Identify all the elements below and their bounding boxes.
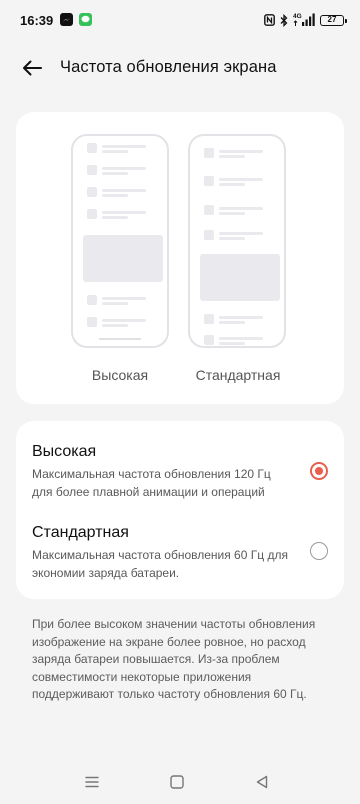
standard-refresh-illustration	[200, 148, 280, 345]
battery-level: 27	[327, 15, 337, 24]
preview-card: Высокая Стандартная	[16, 112, 344, 404]
back-icon	[256, 775, 268, 789]
option-standard-radio[interactable]	[310, 542, 328, 560]
page-title: Частота обновления экрана	[60, 58, 277, 76]
refresh-rate-footnote: При более высоком значении частоты обнов…	[32, 617, 316, 701]
status-icons: 4G 27	[264, 12, 347, 28]
option-standard[interactable]: Стандартная Максимальная частота обновле…	[16, 522, 344, 592]
option-high-description: Максимальная частота обновления 120 Гц д…	[32, 467, 271, 499]
high-refresh-preview	[71, 134, 169, 348]
wechat-icon	[79, 13, 92, 26]
lte-signal-icon: 4G	[293, 13, 315, 27]
messenger-icon	[60, 13, 73, 26]
menu-icon	[85, 776, 99, 788]
navigation-bar	[0, 766, 360, 798]
nfc-icon	[264, 14, 275, 26]
option-standard-description: Максимальная частота обновления 60 Гц дл…	[32, 548, 288, 580]
standard-refresh-preview	[188, 134, 286, 348]
back-button[interactable]	[14, 52, 50, 84]
option-standard-title: Стандартная	[32, 524, 129, 541]
nav-home-button[interactable]	[165, 772, 189, 792]
header: Частота обновления экрана	[0, 46, 360, 90]
option-high[interactable]: Высокая Максимальная частота обновления …	[16, 441, 344, 517]
status-time: 16:39	[20, 13, 54, 28]
high-refresh-illustration	[83, 143, 163, 340]
option-high-radio[interactable]	[310, 462, 328, 480]
preview-label-standard: Стандартная	[195, 367, 281, 383]
option-high-title: Высокая	[32, 443, 97, 460]
home-icon	[170, 775, 184, 789]
nav-back-button[interactable]	[250, 772, 274, 792]
nav-menu-button[interactable]	[80, 772, 104, 792]
status-bar: 16:39 4G 27	[0, 0, 360, 40]
battery-icon: 27	[320, 14, 347, 26]
bluetooth-icon	[280, 13, 288, 27]
arrow-left-icon	[23, 60, 42, 76]
refresh-rate-options: Высокая Максимальная частота обновления …	[16, 421, 344, 599]
